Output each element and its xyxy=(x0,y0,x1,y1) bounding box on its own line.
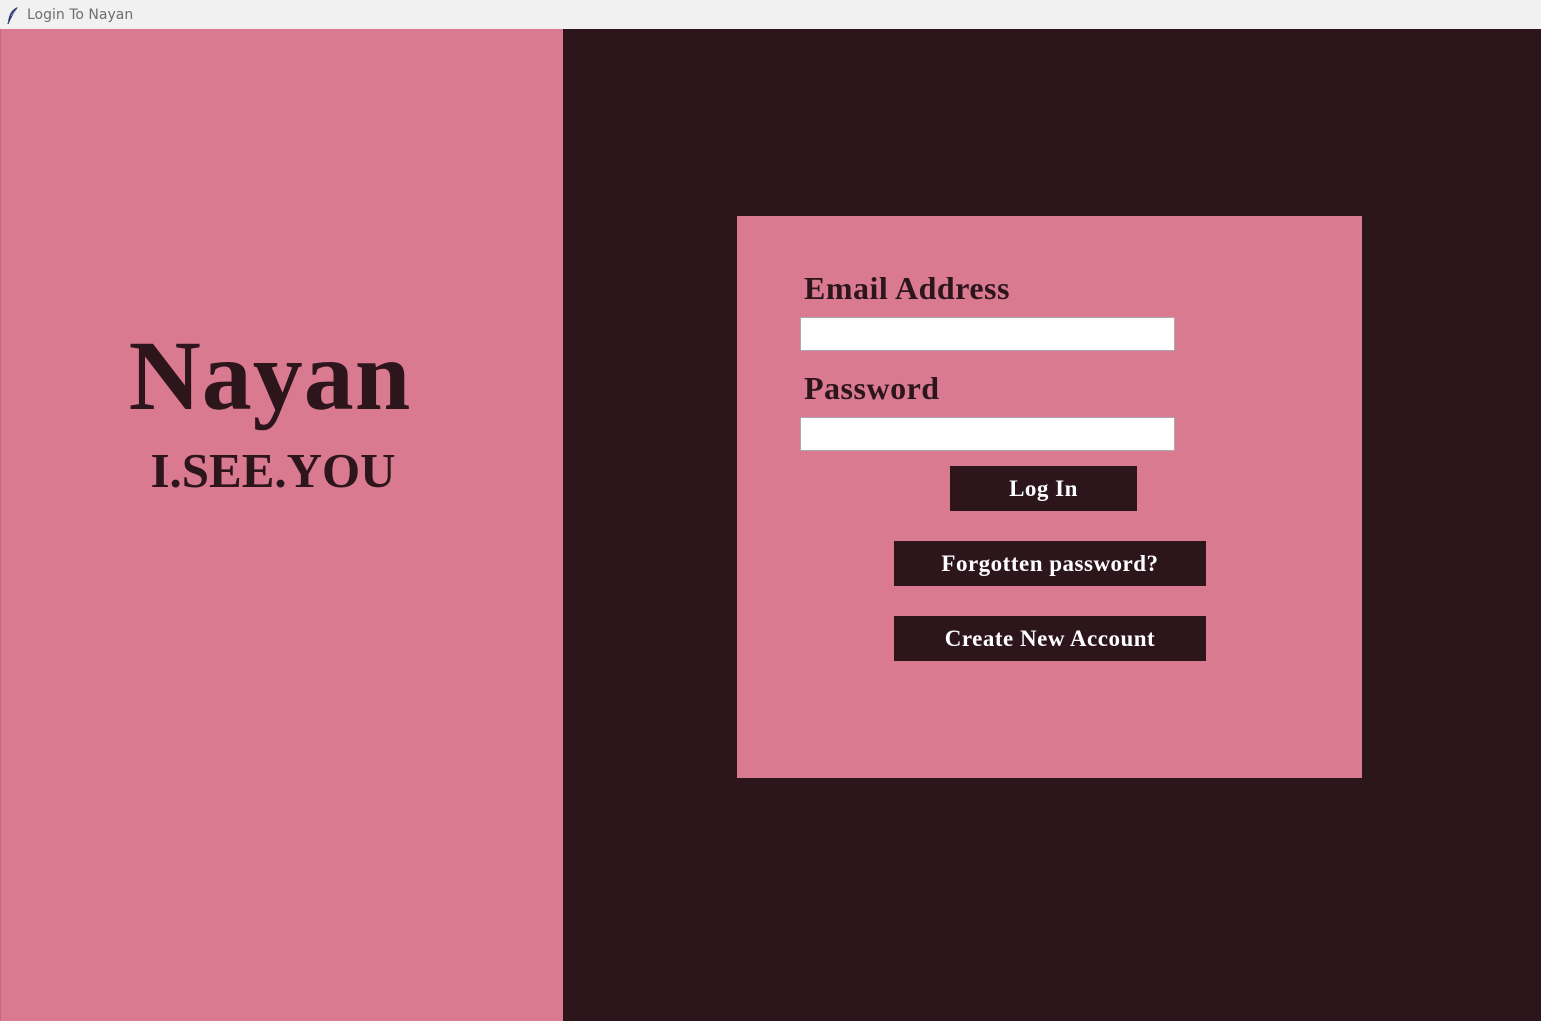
forgot-password-button[interactable]: Forgotten password? xyxy=(894,541,1206,586)
login-button[interactable]: Log In xyxy=(950,466,1137,511)
email-field[interactable] xyxy=(800,317,1175,351)
password-field[interactable] xyxy=(800,417,1175,451)
window-title: Login To Nayan xyxy=(27,6,134,23)
email-label: Email Address xyxy=(804,270,1010,306)
password-label: Password xyxy=(804,370,940,406)
create-account-button[interactable]: Create New Account xyxy=(894,616,1206,661)
brand-tagline: I.SEE.YOU xyxy=(150,443,396,498)
feather-icon xyxy=(5,6,21,24)
brand-name: Nayan xyxy=(128,320,412,431)
brand-panel xyxy=(0,29,563,1021)
window-titlebar: Login To Nayan xyxy=(0,0,1541,29)
